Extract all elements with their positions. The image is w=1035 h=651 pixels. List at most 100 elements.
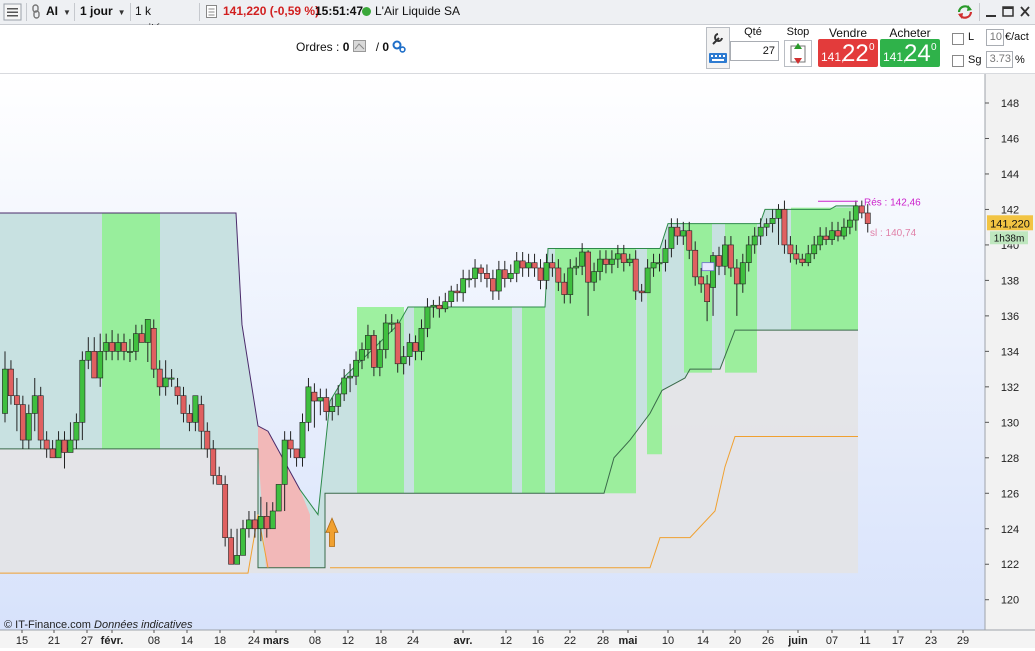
price-chart[interactable]: Rés : 142,46 sl : 140,74 120 122 124 126 128 1… [0, 74, 1035, 648]
candle-body [668, 226, 675, 249]
close-button[interactable] [1018, 3, 1032, 20]
candle-body [198, 404, 205, 432]
candle-body [329, 406, 336, 412]
candle-body [799, 258, 806, 263]
candle-body [204, 430, 211, 450]
quantity-input[interactable]: 27 [730, 41, 779, 61]
x-tick-label: 21 [48, 635, 60, 647]
sell-button[interactable]: 141, 22 0 [818, 39, 878, 67]
restore-button[interactable] [1001, 3, 1015, 20]
candle-body [603, 258, 609, 265]
last-price: 141,220 (-0,59 %) [223, 4, 320, 18]
candle-body [525, 262, 532, 269]
candle-body [549, 262, 556, 269]
candle-body [115, 342, 121, 352]
units-select[interactable]: 1 k unités▼ [135, 3, 197, 35]
y-tick-label: 146 [1001, 133, 1019, 145]
x-tick-label: 20 [729, 635, 741, 647]
candle-body [739, 262, 746, 285]
buy-price-fraction: 0 [931, 42, 937, 53]
x-tick-label: 14 [697, 635, 709, 647]
stop-gap-checkbox[interactable] [952, 55, 964, 67]
candle-body [299, 422, 306, 459]
candle-body [192, 395, 199, 423]
candle-body [513, 260, 520, 274]
candle-body [460, 278, 467, 294]
event-marker-icon[interactable] [701, 262, 715, 272]
candle-body [585, 251, 591, 283]
candle-body [133, 333, 139, 352]
stop-gap-input[interactable]: 3.73 [986, 51, 1013, 68]
candle-body [692, 249, 699, 278]
orders-count-executed: 0 [382, 40, 390, 54]
qty-label: Qté [744, 26, 762, 38]
x-tick-label: 28 [597, 635, 609, 647]
candle-body [489, 278, 496, 292]
y-tick-label: 144 [1001, 169, 1019, 181]
sell-price-fraction: 0 [869, 42, 875, 53]
period-select[interactable]: 1 jour ▼ [80, 3, 128, 20]
limit-input[interactable]: 10 [986, 29, 1004, 46]
x-tick-label: 10 [662, 635, 674, 647]
trade-tools [706, 27, 730, 69]
gear-icon[interactable] [392, 40, 407, 53]
orders-book-icon[interactable] [352, 40, 366, 52]
candle-body [400, 356, 407, 365]
x-tick-label: 18 [214, 635, 226, 647]
limit-checkbox[interactable] [952, 33, 964, 45]
credit-text: © IT-Finance.com Données indicatives [4, 619, 193, 631]
candle-body [745, 244, 752, 263]
candle-body [835, 230, 841, 237]
keyboard-icon[interactable] [708, 51, 728, 65]
period-label: 1 jour [80, 4, 113, 18]
candle-body [180, 395, 187, 414]
candle-body [614, 253, 621, 260]
candle-body [216, 475, 223, 485]
candle-body [436, 304, 443, 310]
candle-body [37, 395, 44, 441]
candle-body [597, 258, 603, 272]
refresh-button[interactable] [955, 3, 975, 20]
candle-body [805, 253, 812, 263]
candle-body [162, 377, 169, 388]
x-tick-label: 26 [762, 635, 774, 647]
candle-body [579, 251, 586, 267]
document-icon [206, 5, 217, 18]
orders-summary: Ordres : 0 / 0 [296, 40, 407, 54]
ticker-select[interactable]: AI ▼ [46, 3, 72, 20]
chevron-down-icon: ▼ [63, 8, 71, 17]
chain-link-icon [32, 4, 40, 19]
candle-body [698, 276, 705, 285]
wrench-icon[interactable] [708, 29, 728, 47]
ticker-label: AI [46, 4, 58, 18]
stop-button[interactable] [784, 40, 812, 67]
candle-body [638, 290, 645, 294]
chart-canvas[interactable]: Rés : 142,46sl : 140,74 1201221241261281… [0, 74, 1035, 648]
x-tick-label: 16 [532, 635, 544, 647]
candle-body [846, 219, 853, 228]
candle-body [168, 377, 175, 380]
x-tick-label: 22 [564, 635, 576, 647]
info-icon[interactable] [205, 3, 218, 20]
menu-icon[interactable] [3, 3, 22, 21]
refresh-icon [957, 5, 973, 19]
candle-body [567, 267, 574, 295]
candle-body [394, 322, 401, 365]
candle-body [406, 342, 413, 357]
chevron-down-icon: ▼ [117, 8, 126, 17]
candle-body [442, 301, 449, 310]
candle-body [269, 510, 276, 530]
candle [222, 475, 229, 547]
bullish-zone-4 [522, 307, 545, 494]
candle-body [323, 397, 330, 412]
y-tick-label: 122 [1001, 559, 1019, 571]
candle-body [97, 351, 104, 379]
link-icon[interactable] [30, 3, 42, 20]
candle-body [561, 281, 568, 295]
candle-body [234, 555, 240, 565]
buy-button[interactable]: 141, 24 0 [880, 39, 940, 67]
candle-body [186, 413, 193, 423]
candle-body [79, 359, 86, 423]
candle-body [531, 262, 538, 269]
minimize-button[interactable] [984, 3, 998, 20]
